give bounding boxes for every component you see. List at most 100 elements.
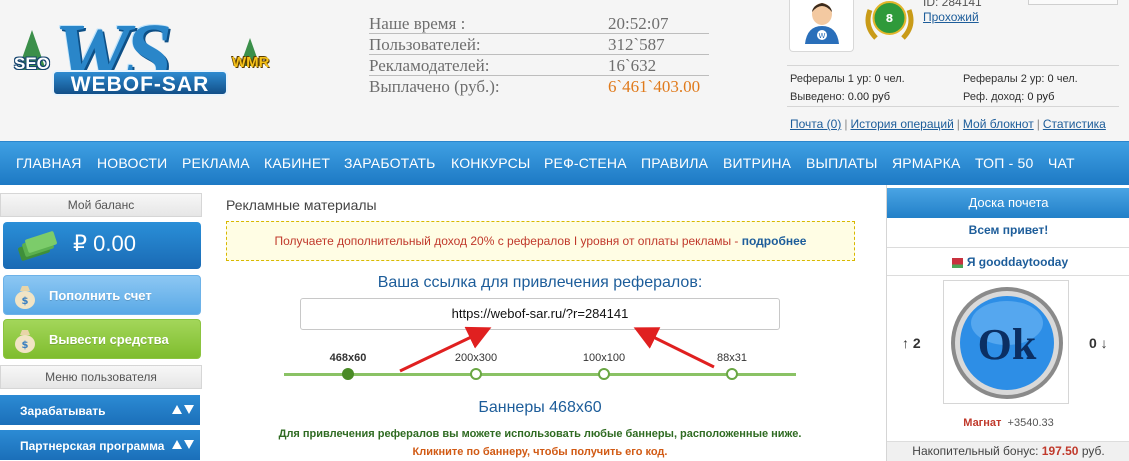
user-links: Почта (0) | История операций | Мой блокнот | С… xyxy=(790,117,1106,131)
ok-text: Ok xyxy=(978,320,1037,369)
nav-item-fair[interactable]: ЯРМАРКА xyxy=(892,155,961,171)
logo-wmr: WMR xyxy=(232,54,270,71)
stat-value: 20:52:07 xyxy=(608,14,669,33)
nav-item-ref-wall[interactable]: РЕФ-СТЕНА xyxy=(544,155,627,171)
page-title: Рекламные материалы xyxy=(226,197,377,213)
ref-income: Реф. доход: 0 руб xyxy=(963,91,1055,103)
honor-board-greeting[interactable]: Всем привет! xyxy=(887,223,1129,237)
belarus-flag-icon xyxy=(948,257,963,268)
ref-link-field[interactable]: https://webof-sar.ru/?r=284141 xyxy=(300,298,780,330)
ref-lvl2: Рефералы 2 ур: 0 чел. xyxy=(963,73,1078,85)
nav-item-earn[interactable]: ЗАРАБОТАТЬ xyxy=(344,155,436,171)
menu-item-earn[interactable]: Зарабатывать xyxy=(0,395,200,425)
notebook-link[interactable]: Мой блокнот xyxy=(963,117,1034,131)
user-id: ID: 284141 xyxy=(923,0,982,9)
menu-item-partner-program[interactable]: Партнерская программа xyxy=(0,430,200,460)
nav-item-home[interactable]: ГЛАВНАЯ xyxy=(16,155,82,171)
nav-item-ads[interactable]: РЕКЛАМА xyxy=(182,155,250,171)
banners-click-hint: Кликните по баннеру, чтобы получить его … xyxy=(412,446,668,458)
mail-link[interactable]: Почта (0) xyxy=(790,117,841,131)
slider-dot[interactable] xyxy=(598,368,610,380)
size-option-100x100[interactable]: 100x100 xyxy=(574,352,634,364)
size-option-200x300[interactable]: 200x300 xyxy=(446,352,506,364)
stat-label: Наше время : xyxy=(369,14,466,33)
statistics-link[interactable]: Статистика xyxy=(1043,117,1106,131)
accumulative-bonus: Накопительный бонус: 197.50 руб. xyxy=(887,441,1129,461)
slider-dot[interactable] xyxy=(726,368,738,380)
bonus-label: Накопительный бонус: xyxy=(912,444,1039,458)
notice-more-link[interactable]: подробнее xyxy=(742,234,807,248)
ref-income-value: 0 руб xyxy=(1027,91,1055,103)
slider-track xyxy=(284,373,796,376)
main-nav: ГЛАВНАЯ НОВОСТИ РЕКЛАМА КАБИНЕТ ЗАРАБОТА… xyxy=(0,141,1129,185)
stat-label: Пользователей: xyxy=(369,35,481,54)
vote-up[interactable]: ↑ 2 xyxy=(902,335,921,351)
svg-text:$: $ xyxy=(22,340,29,351)
honor-board-banner[interactable]: Ok xyxy=(943,280,1069,404)
referral-notice: Получаете дополнительный доход 20% с реф… xyxy=(226,221,855,261)
history-link[interactable]: История операций xyxy=(850,117,953,131)
logo-seo: SEO xyxy=(14,54,50,73)
nav-item-showcase[interactable]: ВИТРИНА xyxy=(723,155,791,171)
site-logo[interactable]: WS SEO WMR WEBOF-SAR xyxy=(14,8,276,108)
ref-lvl1: Рефералы 1 ур: 0 чел. xyxy=(790,73,905,85)
expand-arrows-icon xyxy=(172,440,194,449)
stat-value: 312`587 xyxy=(608,35,665,54)
stat-row-advertisers: Рекламодателей: 16`632 xyxy=(369,55,709,76)
honor-board-header: Доска почета xyxy=(887,188,1129,218)
topup-button[interactable]: $ Пополнить счет xyxy=(3,275,201,315)
honor-board-user[interactable]: Я gooddaytooday xyxy=(887,255,1129,269)
money-bag-icon: $ xyxy=(15,330,35,353)
stat-row-users: Пользователей: 312`587 xyxy=(369,34,709,55)
referral-summary: Рефералы 1 ур: 0 чел. Рефералы 2 ур: 0 ч… xyxy=(787,65,1119,107)
site-stats: Наше время : 20:52:07 Пользователей: 312… xyxy=(369,13,709,97)
size-option-88x31[interactable]: 88x31 xyxy=(702,352,762,364)
vote-down[interactable]: 0 ↓ xyxy=(1089,335,1108,351)
top-right-button[interactable] xyxy=(1028,0,1118,5)
notice-text: Получаете дополнительный доход 20% с реф… xyxy=(274,234,742,248)
money-icon xyxy=(18,231,57,261)
ref-lvl1-value: 0 xyxy=(874,73,881,85)
site-header: WS SEO WMR WEBOF-SAR Наше время : 20:52:… xyxy=(0,0,1129,141)
magnat-value: +3540.33 xyxy=(1007,417,1054,429)
nav-item-top50[interactable]: ТОП - 50 xyxy=(975,155,1034,171)
withdraw-button[interactable]: $ Вывести средства xyxy=(3,319,201,359)
ref-lvl2-value: 0 xyxy=(1047,73,1054,85)
topup-label: Пополнить счет xyxy=(49,288,152,303)
stat-row-paid: Выплачено (руб.): 6`461`403.00 xyxy=(369,76,709,97)
stat-value: 6`461`403.00 xyxy=(608,77,701,96)
user-status-link[interactable]: Прохожий xyxy=(923,10,979,24)
bonus-value: 197.50 xyxy=(1041,444,1079,458)
rank-badge-icon: 8 xyxy=(865,1,914,40)
nav-item-contests[interactable]: КОНКУРСЫ xyxy=(451,155,531,171)
magnat-label: Магнат xyxy=(963,417,1002,429)
logo-name: WEBOF-SAR xyxy=(52,70,228,96)
banners-description: Для привлечения рефералов вы можете испо… xyxy=(278,428,802,440)
balance-box: ₽ 0.00 xyxy=(3,222,201,269)
withdrawn: Выведено: 0.00 руб xyxy=(790,91,891,103)
bonus-unit: руб. xyxy=(1081,444,1105,458)
stat-row-time: Наше время : 20:52:07 xyxy=(369,13,709,34)
menu-item-label: Партнерская программа xyxy=(20,439,165,453)
nav-item-rules[interactable]: ПРАВИЛА xyxy=(641,155,708,171)
banners-title: Баннеры 468x60 xyxy=(478,399,602,416)
svg-text:$: $ xyxy=(22,296,29,307)
balance-amount: ₽ 0.00 xyxy=(73,231,136,256)
nav-item-news[interactable]: НОВОСТИ xyxy=(97,155,167,171)
honor-board-user-name: Я gooddaytooday xyxy=(966,255,1069,269)
slider-dot[interactable] xyxy=(470,368,482,380)
menu-item-label: Зарабатывать xyxy=(20,404,106,418)
user-menu-header: Меню пользователя xyxy=(0,365,202,389)
withdraw-label: Вывести средства xyxy=(49,332,169,347)
divider xyxy=(887,247,1129,248)
money-bag-icon: $ xyxy=(15,286,35,309)
nav-item-cabinet[interactable]: КАБИНЕТ xyxy=(264,155,330,171)
stat-label: Выплачено (руб.): xyxy=(369,77,500,96)
ok-button-icon: Ok xyxy=(951,287,1063,399)
slider-dot-selected[interactable] xyxy=(342,368,354,380)
nav-item-chat[interactable]: ЧАТ xyxy=(1048,155,1075,171)
avatar[interactable]: W xyxy=(789,0,854,52)
size-option-468x60[interactable]: 468x60 xyxy=(318,352,378,364)
nav-item-payouts[interactable]: ВЫПЛАТЫ xyxy=(806,155,878,171)
divider xyxy=(887,275,1129,276)
